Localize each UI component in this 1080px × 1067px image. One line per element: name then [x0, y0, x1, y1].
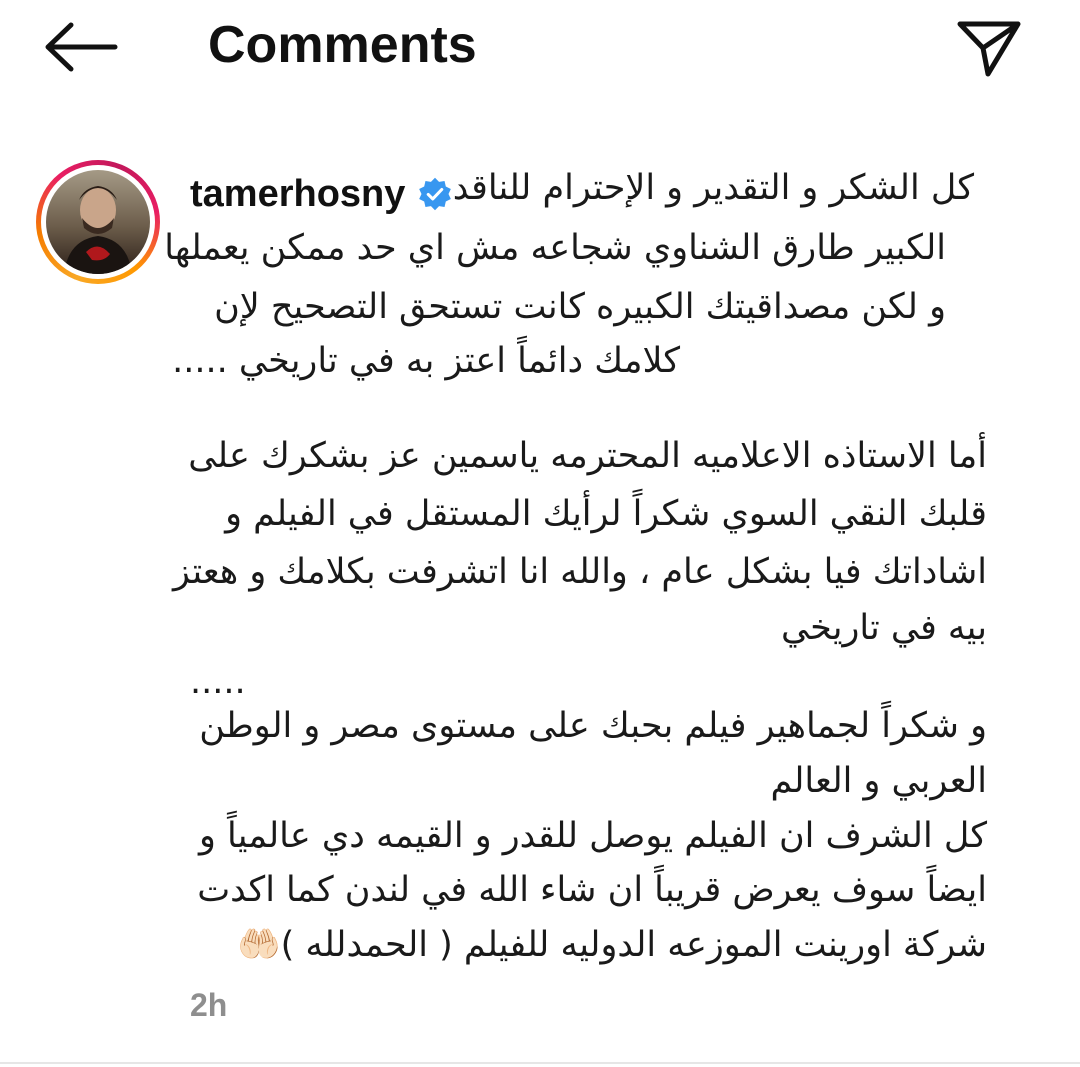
arrow-left-icon — [45, 22, 118, 72]
comment-line: كل الشكر و التقدير و الإحترام للناقد — [452, 168, 974, 208]
divider — [0, 1062, 1080, 1064]
comment-line: العربي و العالم — [770, 761, 987, 801]
username[interactable]: tamerhosny — [190, 173, 405, 216]
comment-line: شركة اورينت الموزعه الدوليه للفيلم ( الح… — [237, 925, 987, 965]
comment-line: و لكن مصداقيتك الكبيره كانت تستحق التصحي… — [214, 287, 946, 327]
comment-timestamp[interactable]: 2h — [190, 987, 227, 1024]
comment-line: أما الاستاذه الاعلاميه المحترمه ياسمين ع… — [188, 436, 987, 476]
comment-line: ايضاً سوف يعرض قريباً ان شاء الله في لند… — [197, 870, 987, 910]
comment-line: كلامك دائماً اعتز به في تاريخي ..... — [172, 341, 680, 381]
back-button[interactable] — [36, 14, 126, 80]
header-bar: Comments — [0, 0, 1080, 95]
comment-line: قلبك النقي السوي شكراً لرأيك المستقل في … — [225, 494, 987, 534]
page-title: Comments — [208, 16, 477, 74]
share-button[interactable] — [944, 8, 1034, 88]
comment-line: ..... — [190, 662, 246, 702]
comment-line: بيه في تاريخي — [780, 608, 987, 648]
paper-plane-icon — [957, 21, 1021, 77]
comment-line: الكبير طارق الشناوي شجاعه مش اي حد ممكن … — [164, 228, 946, 268]
comment-line: كل الشرف ان الفيلم يوصل للقدر و القيمه د… — [199, 816, 987, 856]
verified-badge-icon — [419, 177, 452, 211]
story-ring[interactable] — [36, 160, 160, 284]
comment-line: و شكراً لجماهير فيلم بحبك على مستوى مصر … — [199, 706, 987, 746]
comment-author: tamerhosny — [190, 166, 453, 222]
comment-line: اشاداتك فيا بشكل عام ، والله انا اتشرفت … — [173, 552, 987, 592]
avatar — [46, 170, 150, 274]
